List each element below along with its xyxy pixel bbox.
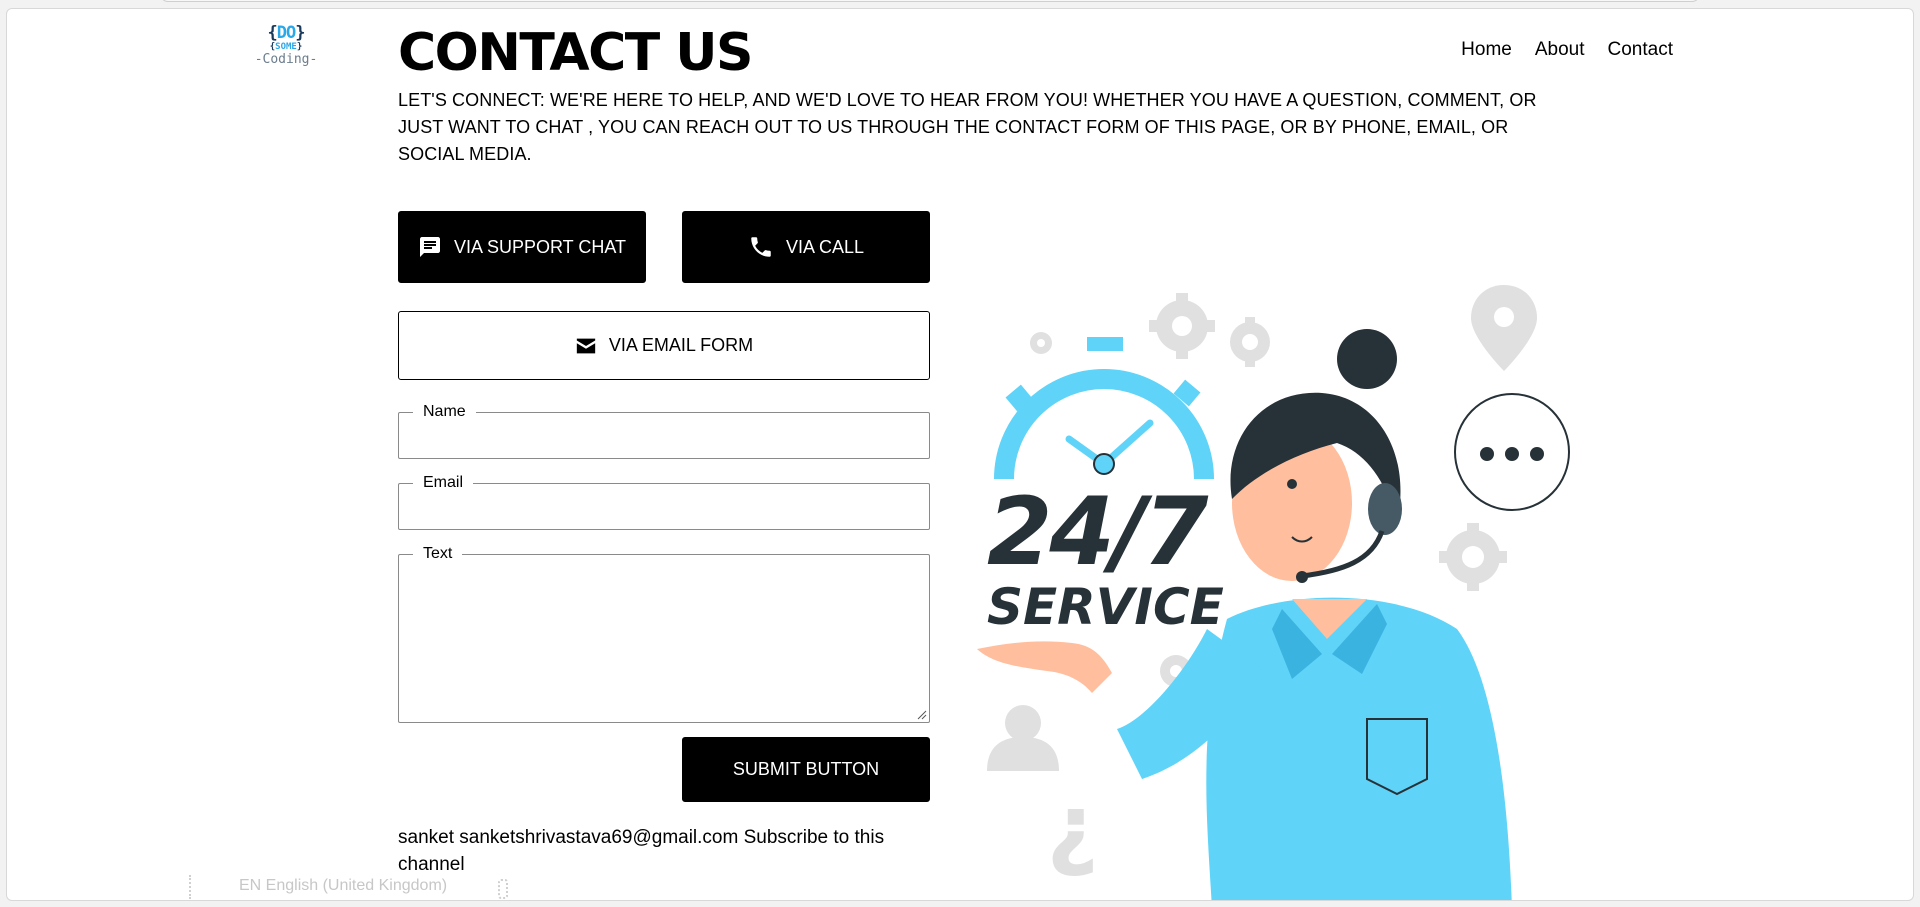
site-logo[interactable]: {DO} {SOME} -Coding- (251, 25, 321, 81)
intro-text: LET'S CONNECT: WE'RE HERE TO HELP, AND W… (398, 90, 1537, 164)
nav-contact[interactable]: Contact (1608, 39, 1673, 61)
language-bar-handle[interactable] (189, 875, 191, 899)
name-fieldset: Name (398, 403, 930, 459)
email-form-button[interactable]: VIA EMAIL FORM (398, 311, 930, 380)
headset-icon (1368, 483, 1402, 535)
main-nav: Home About Contact (1461, 39, 1673, 61)
support-chat-button[interactable]: VIA SUPPORT CHAT (398, 211, 646, 283)
hair-bun-shape (1337, 329, 1397, 389)
envelope-icon (575, 336, 597, 356)
text-fieldset: Text (398, 545, 930, 723)
hand-shape (977, 641, 1112, 693)
illustration-big-text: 24/7 (987, 478, 1209, 587)
logo-line-1: DO (276, 23, 297, 43)
nav-home[interactable]: Home (1461, 39, 1512, 61)
logo-line-3: -Coding- (254, 52, 318, 67)
question-mark-icon: ? (1047, 787, 1099, 892)
email-legend: Email (423, 474, 464, 491)
language-bar-options-icon[interactable] (498, 879, 508, 899)
support-chat-label: VIA SUPPORT CHAT (453, 236, 627, 257)
speech-bubble-icon (1454, 393, 1570, 511)
stopwatch-icon (994, 337, 1214, 480)
page-title: CONTACT US (398, 23, 753, 83)
language-indicator[interactable]: EN English (United Kingdom) (239, 877, 447, 895)
chat-bubble-icon (418, 235, 442, 259)
nav-about[interactable]: About (1535, 39, 1585, 61)
email-form-label: VIA EMAIL FORM (608, 335, 754, 355)
footer-contact-text: sanket sanketshrivastava69@gmail.com Sub… (398, 827, 885, 875)
location-pin-icon (1471, 285, 1537, 371)
user-silhouette-icon (987, 705, 1059, 771)
name-legend: Name (423, 403, 466, 420)
gear-icon (1030, 332, 1052, 354)
gear-icon (1439, 523, 1507, 591)
gear-icon (1149, 293, 1215, 359)
browser-frame-edge (160, 0, 1700, 2)
eye-shape (1287, 479, 1297, 489)
email-input[interactable] (409, 492, 919, 530)
logo-line-2: SOME (275, 42, 297, 52)
customer-service-illustration: 24/7 SERVICE ? (977, 285, 1570, 900)
name-input[interactable] (409, 421, 919, 459)
call-label: VIA CALL (785, 236, 865, 257)
submit-label: SUBMIT BUTTON (732, 759, 880, 779)
email-fieldset: Email (398, 474, 930, 530)
call-button[interactable]: VIA CALL (682, 211, 930, 283)
submit-button[interactable]: SUBMIT BUTTON (682, 737, 930, 802)
gear-icon (1230, 317, 1270, 367)
page: {DO} {SOME} -Coding- CONTACT US Home Abo… (6, 8, 1914, 901)
resize-grip-icon[interactable] (917, 710, 927, 720)
phone-icon (748, 234, 774, 260)
headset-mic-tip (1296, 571, 1308, 583)
illustration-sub-text: SERVICE (987, 578, 1224, 636)
message-textarea[interactable] (409, 563, 919, 717)
text-legend: Text (423, 545, 453, 562)
